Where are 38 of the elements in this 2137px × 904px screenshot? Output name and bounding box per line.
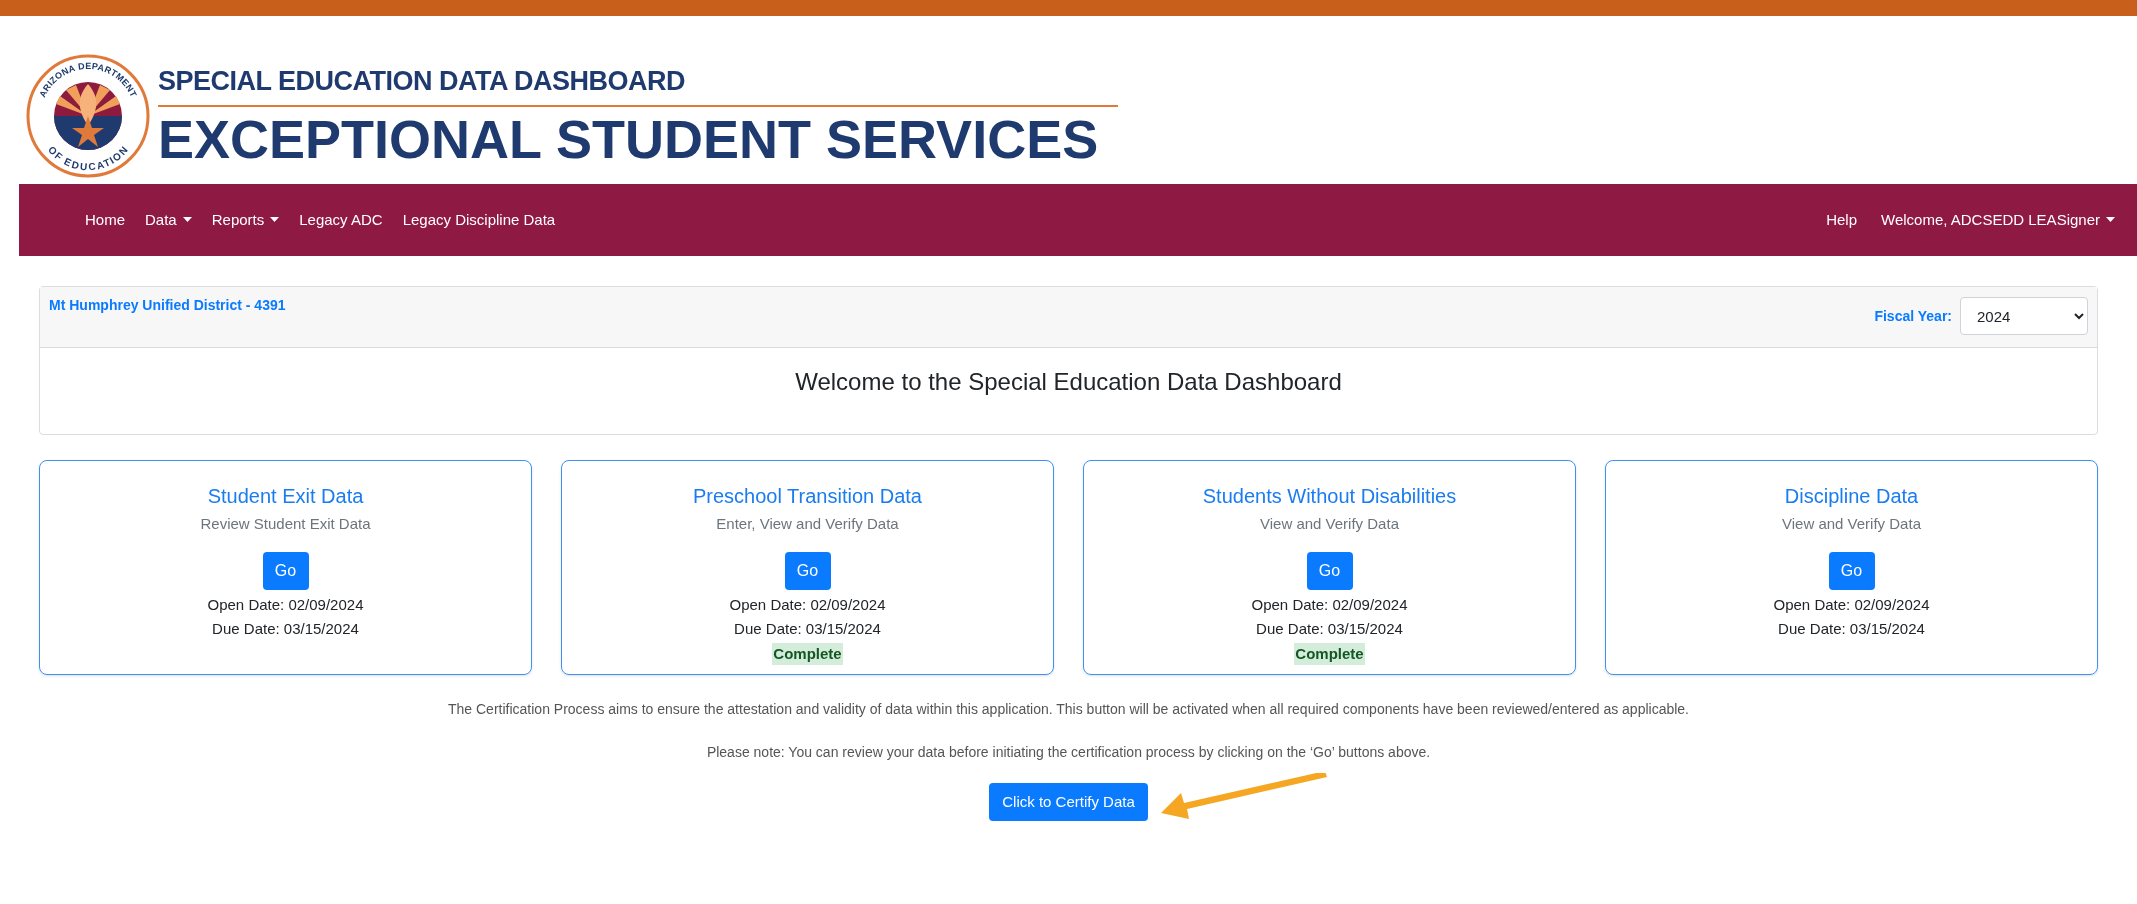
header-subtitle: SPECIAL EDUCATION DATA DASHBOARD — [158, 60, 1118, 108]
status-badge: Complete — [772, 642, 843, 665]
nav-link[interactable]: Help — [1818, 208, 1865, 232]
open-date: Open Date: 02/09/2024 — [729, 594, 886, 615]
nav-link[interactable]: Legacy ADC — [291, 208, 391, 232]
due-date: Due Date: 03/15/2024 — [212, 619, 359, 639]
fiscal-year-select[interactable]: 2024 — [1960, 297, 2088, 335]
header-title: EXCEPTIONAL STUDENT SERVICES — [158, 108, 1100, 172]
card-title: Discipline Data — [1784, 484, 1919, 509]
card-subtitle: View and Verify Data — [1260, 514, 1399, 534]
card-subtitle: Enter, View and Verify Data — [716, 514, 899, 534]
card-title: Preschool Transition Data — [693, 484, 922, 509]
nav-link[interactable]: Data — [137, 208, 200, 232]
card-subtitle: Review Student Exit Data — [200, 514, 371, 534]
info-text: The Certification Process aims to ensure the attestation and validity of data within this application. This button will be activated when all required components have been reviewed/entered as applicable. — [448, 700, 1689, 719]
status-badge: Complete — [1294, 642, 1365, 665]
due-date: Due Date: 03/15/2024 — [734, 619, 881, 639]
certify-button[interactable]: Click to Certify Data — [989, 783, 1148, 821]
go-button[interactable]: Go — [1306, 551, 1353, 590]
card-title: Students Without Disabilities — [1202, 484, 1457, 509]
open-date: Open Date: 02/09/2024 — [1251, 594, 1408, 615]
info-text: Please note: You can review your data before initiating the certification process by clicking on the ‘Go’ buttons above. — [706, 743, 1431, 762]
nav-link[interactable]: Reports — [203, 208, 288, 232]
open-date: Open Date: 02/09/2024 — [1773, 594, 1930, 615]
welcome-heading: Welcome to the Special Education Data Dashboard — [795, 367, 1342, 397]
open-date: Open Date: 02/09/2024 — [207, 594, 364, 615]
card-title: Student Exit Data — [207, 484, 364, 509]
due-date: Due Date: 03/15/2024 — [1256, 619, 1403, 639]
district-name: Mt Humphrey Unified District - 4391 — [49, 296, 286, 315]
card-subtitle: View and Verify Data — [1782, 514, 1921, 534]
nav-link[interactable]: Home — [77, 208, 133, 232]
go-button[interactable]: Go — [262, 551, 309, 590]
nav-link[interactable]: Legacy Discipline Data — [394, 208, 564, 232]
go-button[interactable]: Go — [1828, 551, 1875, 590]
fiscal-year-label: Fiscal Year: — [1874, 306, 1952, 326]
go-button[interactable]: Go — [784, 551, 831, 590]
due-date: Due Date: 03/15/2024 — [1778, 619, 1925, 639]
nav-link[interactable]: Welcome, ADCSEDD LEASigner — [1873, 208, 2123, 232]
